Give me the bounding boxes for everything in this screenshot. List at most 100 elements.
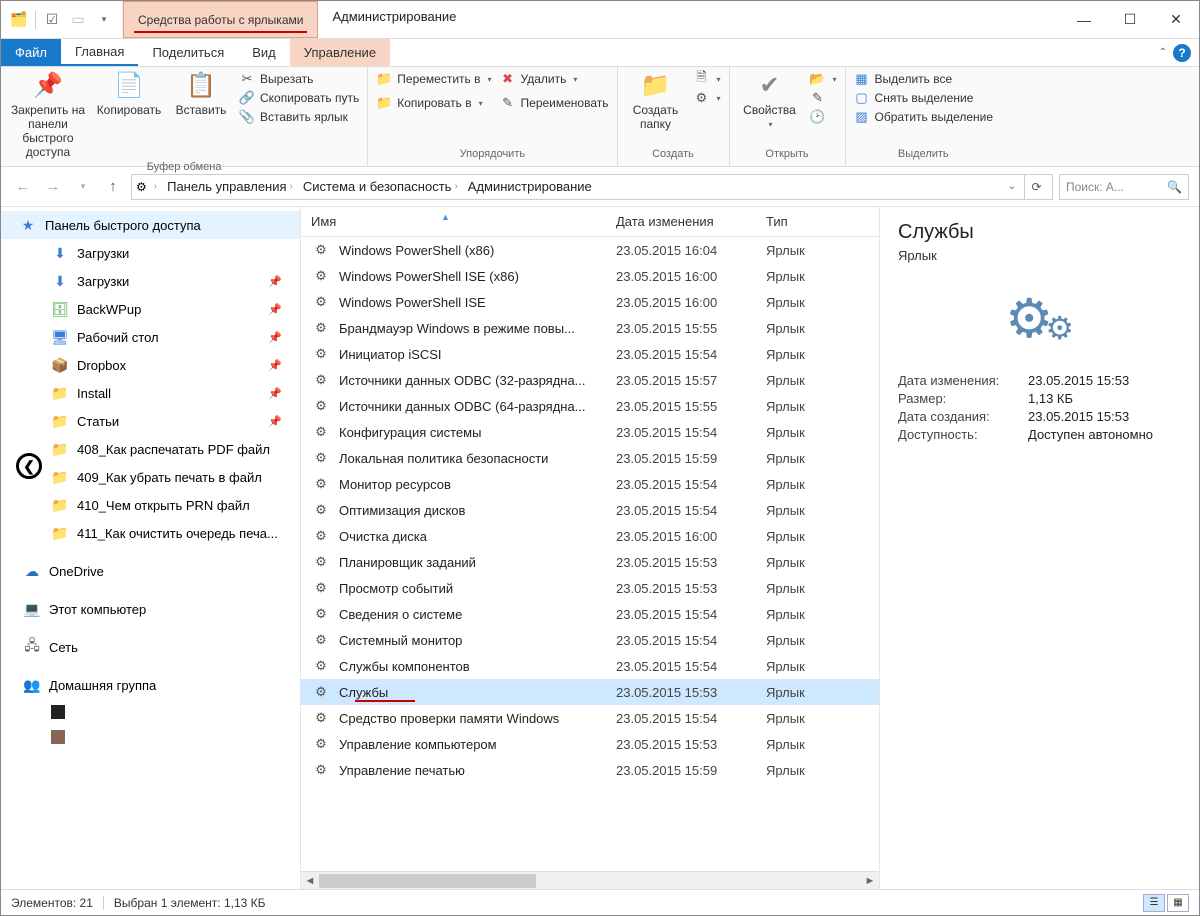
file-row[interactable]: ⚙Службы23.05.2015 15:53Ярлык — [301, 679, 879, 705]
file-type: Ярлык — [766, 425, 846, 440]
maximize-button[interactable]: ☐ — [1107, 1, 1153, 39]
select-none-button[interactable]: ▢Снять выделение — [854, 90, 994, 106]
select-all-button[interactable]: ▦Выделить все — [854, 71, 994, 87]
recent-dropdown[interactable]: ▾ — [71, 175, 95, 199]
file-row[interactable]: ⚙Очистка диска23.05.2015 16:00Ярлык — [301, 523, 879, 549]
forward-button[interactable]: → — [41, 175, 65, 199]
file-type: Ярлык — [766, 243, 846, 258]
minimize-button[interactable]: — — [1061, 1, 1107, 39]
file-row[interactable]: ⚙Службы компонентов23.05.2015 15:54Ярлык — [301, 653, 879, 679]
address-row: ← → ▾ ↑ ⚙ › Панель управления› Система и… — [1, 167, 1199, 207]
edit-button[interactable]: ✎ — [810, 90, 837, 106]
history-button[interactable]: 🕑 — [810, 109, 837, 125]
file-type: Ярлык — [766, 321, 846, 336]
easy-access-button[interactable]: ⚙▾ — [694, 90, 721, 106]
nav-onedrive[interactable]: ☁OneDrive — [1, 557, 300, 585]
file-row[interactable]: ⚙Локальная политика безопасности23.05.20… — [301, 445, 879, 471]
new-item-button[interactable]: 🗎▾ — [694, 71, 721, 87]
nav-409[interactable]: 📁409_Как убрать печать в файл — [1, 463, 300, 491]
file-row[interactable]: ⚙Windows PowerShell ISE23.05.2015 16:00Я… — [301, 289, 879, 315]
pin-button[interactable]: 📌Закрепить на панели быстрого доступа — [9, 71, 87, 159]
file-date: 23.05.2015 16:04 — [616, 243, 766, 258]
file-row[interactable]: ⚙Планировщик заданий23.05.2015 15:53Ярлы… — [301, 549, 879, 575]
nav-homegroup[interactable]: 👥Домашняя группа — [1, 671, 300, 699]
file-name: Windows PowerShell ISE — [339, 295, 616, 310]
address-bar[interactable]: ⚙ › Панель управления› Система и безопас… — [131, 174, 1053, 200]
nav-network[interactable]: 🖧Сеть — [1, 633, 300, 661]
paste-button[interactable]: 📋Вставить — [171, 71, 231, 117]
properties-button[interactable]: ✔Свойства▾ — [738, 71, 802, 129]
nav-this-pc[interactable]: 💻Этот компьютер — [1, 595, 300, 623]
nav-desktop[interactable]: 🖥Рабочий стол📌 — [1, 323, 300, 351]
tab-view[interactable]: Вид — [238, 39, 290, 66]
crumb-administration[interactable]: Администрирование — [465, 177, 595, 196]
file-row[interactable]: ⚙Брандмауэр Windows в режиме повы...23.0… — [301, 315, 879, 341]
nav-downloads-2[interactable]: ⬇Загрузки📌 — [1, 267, 300, 295]
preview-title: Службы — [898, 221, 1181, 244]
nav-install[interactable]: 📁Install📌 — [1, 379, 300, 407]
address-dropdown-icon[interactable]: ⌄ — [1008, 181, 1016, 192]
crumb-control-panel[interactable]: Панель управления› — [164, 177, 296, 196]
close-button[interactable]: ✕ — [1153, 1, 1199, 39]
nav-dropbox[interactable]: 📦Dropbox📌 — [1, 351, 300, 379]
open-button[interactable]: 📂▾ — [810, 71, 837, 87]
shortcut-icon: ⚙ — [311, 735, 331, 753]
file-row[interactable]: ⚙Монитор ресурсов23.05.2015 15:54Ярлык — [301, 471, 879, 497]
back-button[interactable]: ← — [11, 175, 35, 199]
file-row[interactable]: ⚙Конфигурация системы23.05.2015 15:54Ярл… — [301, 419, 879, 445]
header-name[interactable]: Имя▲ — [311, 214, 616, 229]
tab-manage[interactable]: Управление — [290, 39, 390, 66]
up-button[interactable]: ↑ — [101, 175, 125, 199]
delete-button[interactable]: ✖Удалить▾ — [500, 71, 609, 87]
qat-dropdown-icon[interactable]: ▾ — [94, 10, 114, 30]
file-row[interactable]: ⚙Источники данных ODBC (32-разрядна...23… — [301, 367, 879, 393]
file-row[interactable]: ⚙Windows PowerShell (x86)23.05.2015 16:0… — [301, 237, 879, 263]
nav-hg-user2[interactable] — [1, 724, 300, 749]
help-icon[interactable]: ? — [1173, 44, 1191, 62]
file-row[interactable]: ⚙Оптимизация дисков23.05.2015 15:54Ярлык — [301, 497, 879, 523]
file-date: 23.05.2015 15:53 — [616, 685, 766, 700]
qat-newfolder-icon[interactable]: ▭ — [68, 10, 88, 30]
tab-file[interactable]: Файл — [1, 39, 61, 66]
qat-properties-icon[interactable]: ☑ — [42, 10, 62, 30]
nav-quick-access[interactable]: ★Панель быстрого доступа — [1, 211, 300, 239]
nav-411[interactable]: 📁411_Как очистить очередь печа... — [1, 519, 300, 547]
refresh-button[interactable]: ⟳ — [1024, 175, 1048, 199]
cut-button[interactable]: ✂Вырезать — [239, 71, 359, 87]
crumb-system-security[interactable]: Система и безопасность› — [300, 177, 461, 196]
nav-410[interactable]: 📁410_Чем открыть PRN файл — [1, 491, 300, 519]
search-input[interactable]: Поиск: А... 🔍 — [1059, 174, 1189, 200]
paste-shortcut-button[interactable]: 📎Вставить ярлык — [239, 109, 359, 125]
nav-downloads-1[interactable]: ⬇Загрузки — [1, 239, 300, 267]
tab-share[interactable]: Поделиться — [138, 39, 238, 66]
header-type[interactable]: Тип — [766, 214, 846, 229]
nav-408[interactable]: 📁408_Как распечатать PDF файл — [1, 435, 300, 463]
move-to-button[interactable]: 📁Переместить в▾ — [376, 71, 491, 87]
copy-button[interactable]: 📄Копировать — [95, 71, 163, 117]
property-value: 23.05.2015 15:53 — [1028, 409, 1129, 424]
file-row[interactable]: ⚙Средство проверки памяти Windows23.05.2… — [301, 705, 879, 731]
copy-to-button[interactable]: 📁Копировать в▾ — [376, 95, 491, 111]
invert-selection-button[interactable]: ▨Обратить выделение — [854, 109, 994, 125]
new-folder-button[interactable]: 📁Создать папку — [626, 71, 686, 131]
file-row[interactable]: ⚙Источники данных ODBC (64-разрядна...23… — [301, 393, 879, 419]
nav-articles[interactable]: 📁Статьи📌 — [1, 407, 300, 435]
tab-home[interactable]: Главная — [61, 39, 138, 66]
rename-button[interactable]: ✎Переименовать — [500, 95, 609, 111]
view-details-button[interactable]: ☰ — [1143, 894, 1165, 912]
file-row[interactable]: ⚙Просмотр событий23.05.2015 15:53Ярлык — [301, 575, 879, 601]
file-row[interactable]: ⚙Управление компьютером23.05.2015 15:53Я… — [301, 731, 879, 757]
file-row[interactable]: ⚙Инициатор iSCSI23.05.2015 15:54Ярлык — [301, 341, 879, 367]
view-icons-button[interactable]: ▦ — [1167, 894, 1189, 912]
nav-backwpup[interactable]: 🗄BackWPup📌 — [1, 295, 300, 323]
file-row[interactable]: ⚙Управление печатью23.05.2015 15:59Ярлык — [301, 757, 879, 783]
nav-hg-user1[interactable] — [1, 699, 300, 724]
horizontal-scrollbar[interactable]: ◄► — [301, 871, 879, 889]
copy-path-button[interactable]: 🔗Скопировать путь — [239, 90, 359, 106]
file-row[interactable]: ⚙Системный монитор23.05.2015 15:54Ярлык — [301, 627, 879, 653]
file-type: Ярлык — [766, 737, 846, 752]
header-date[interactable]: Дата изменения — [616, 214, 766, 229]
file-row[interactable]: ⚙Сведения о системе23.05.2015 15:54Ярлык — [301, 601, 879, 627]
file-row[interactable]: ⚙Windows PowerShell ISE (x86)23.05.2015 … — [301, 263, 879, 289]
collapse-ribbon-icon[interactable]: ⌃ — [1159, 47, 1167, 58]
